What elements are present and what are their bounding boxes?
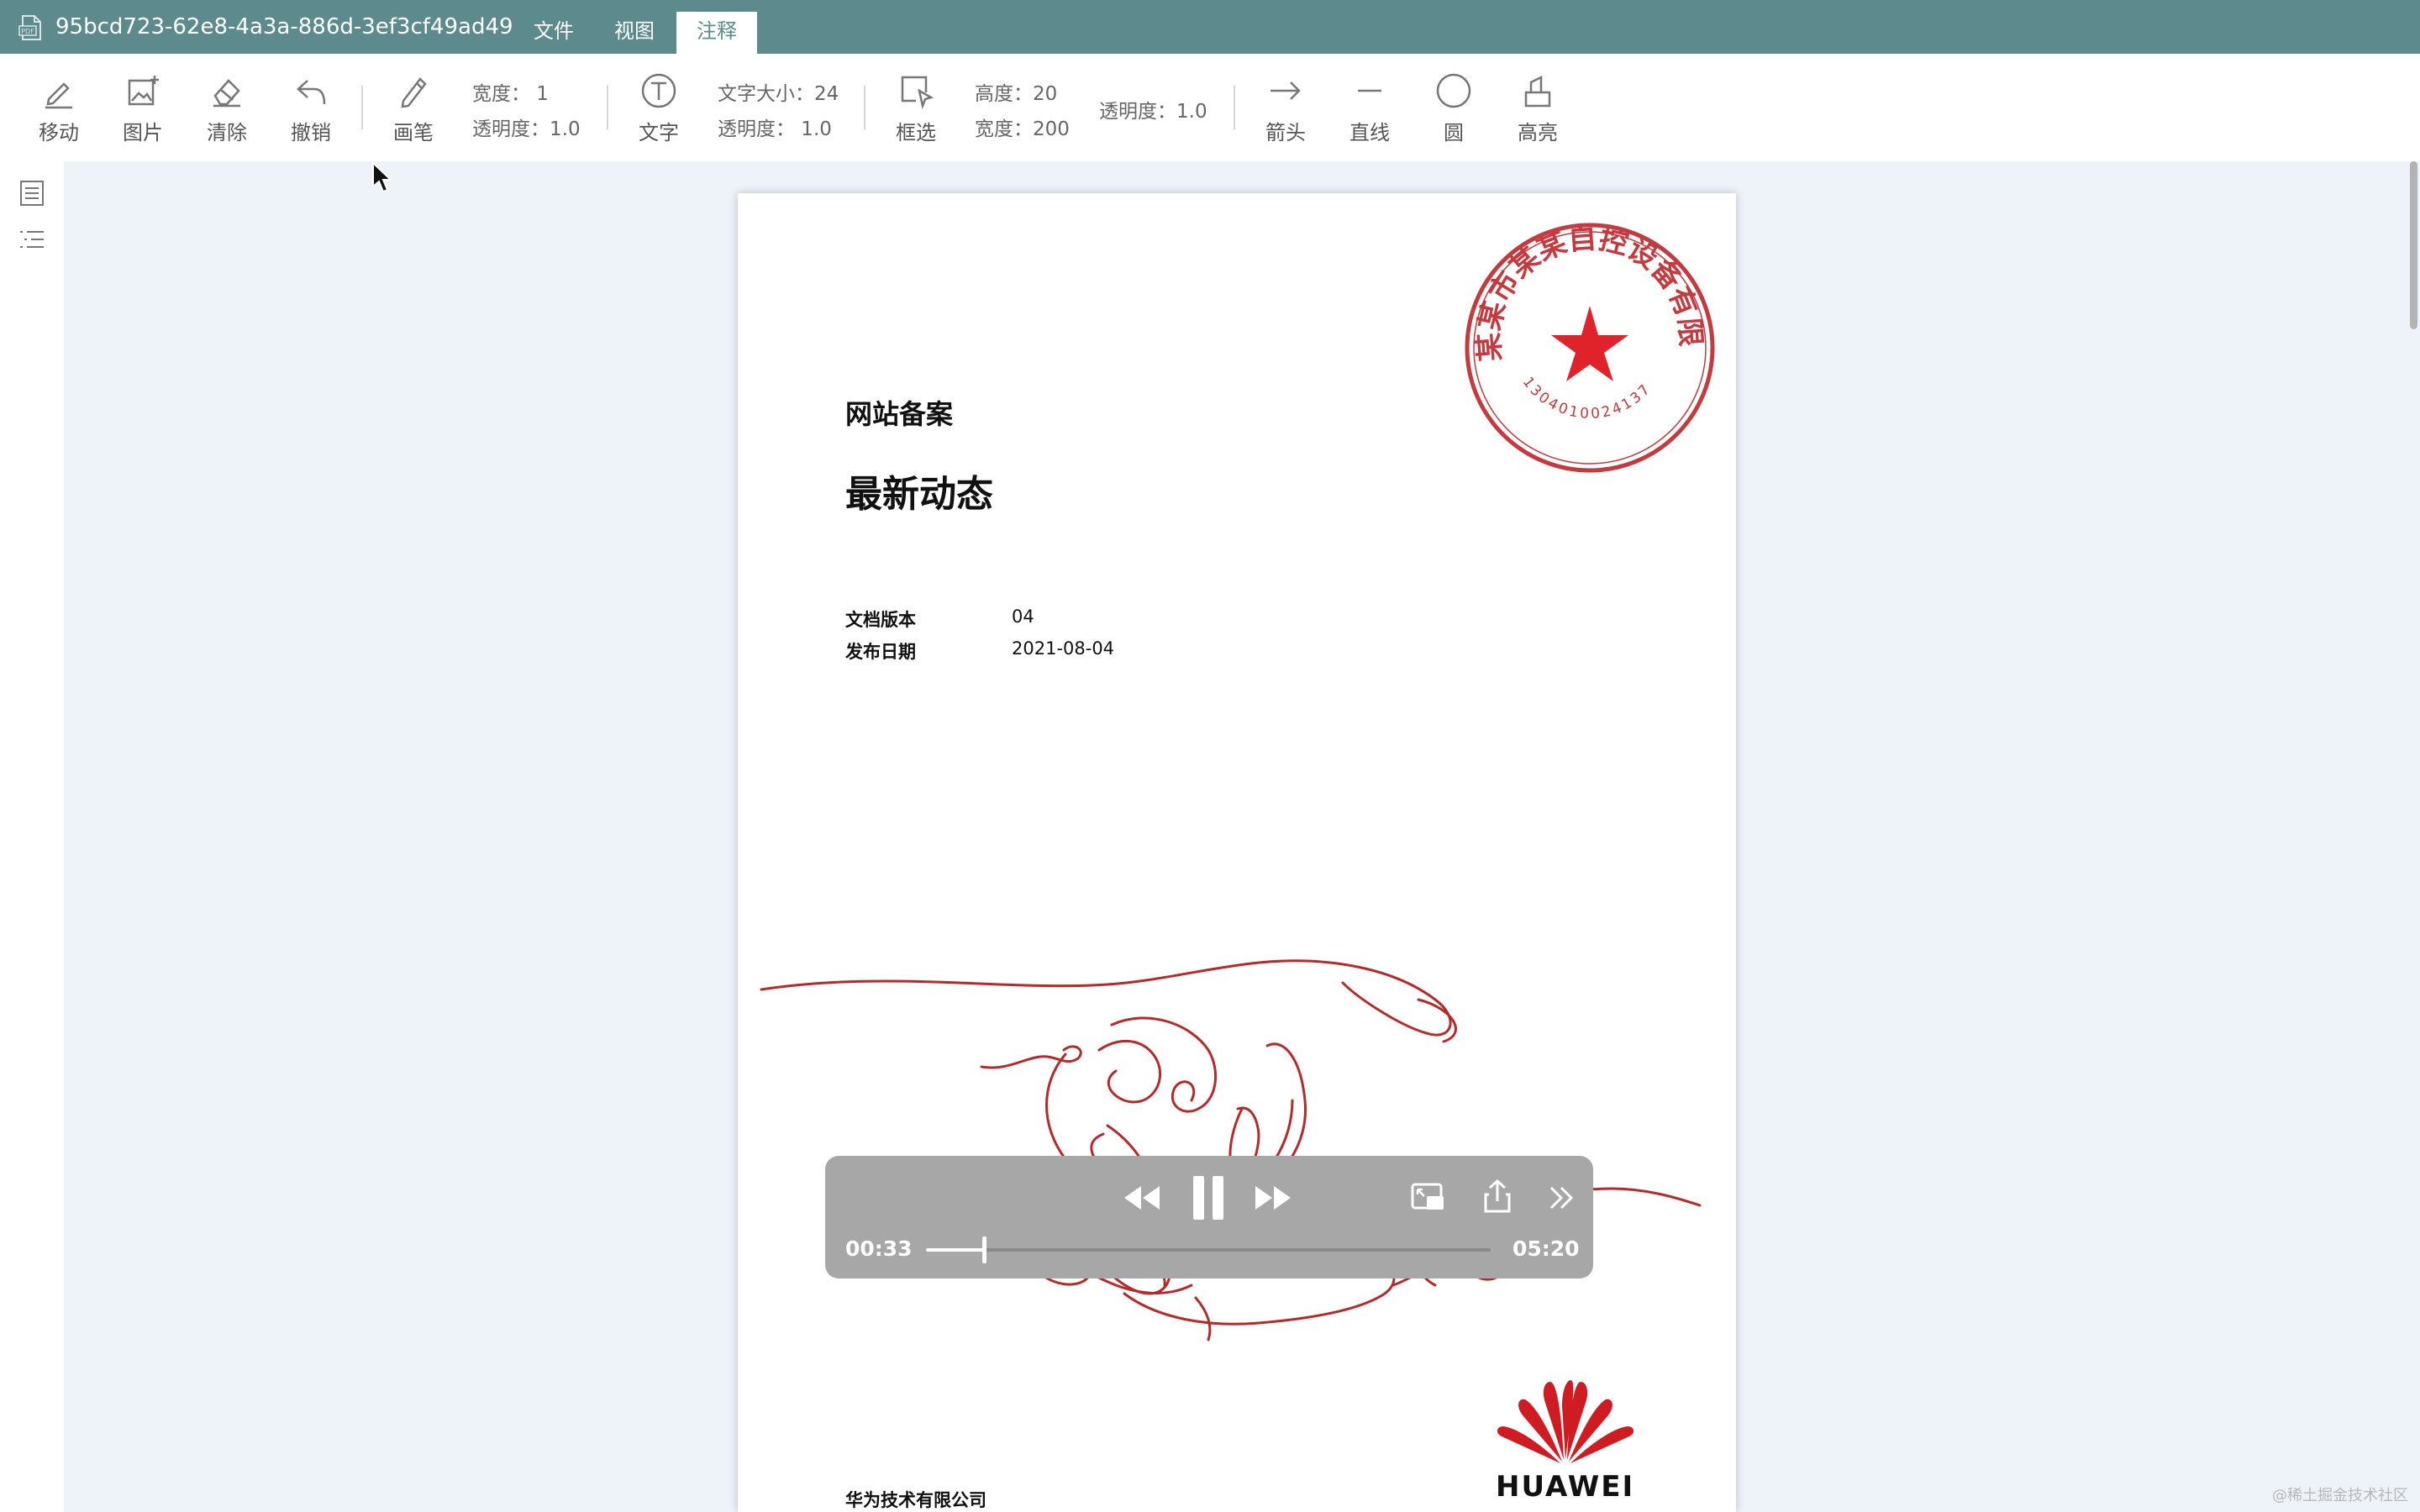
text-tool-button[interactable]: 文字	[625, 71, 692, 155]
line-icon	[1358, 89, 1381, 92]
text-opacity-setting[interactable]: 透明度： 1.0	[718, 113, 832, 141]
playback-progress-track[interactable]	[926, 1236, 1491, 1263]
toolbar-divider	[361, 86, 363, 129]
undo-tool-button[interactable]: 撤销	[277, 71, 345, 155]
undo-tool-label: 撤销	[291, 121, 331, 144]
document-heading: 最新动态	[845, 473, 993, 516]
total-duration: 05:20	[1512, 1236, 1580, 1261]
date-value: 2021-08-04	[1012, 638, 1115, 659]
vertical-scrollbar[interactable]	[2407, 161, 2420, 1512]
scrollbar-thumb[interactable]	[2410, 161, 2417, 329]
pen-opacity-setting[interactable]: 透明度：1.0	[472, 113, 581, 141]
pdf-file-icon: PDF	[18, 15, 41, 40]
document-title: 95bcd723-62e8-4a3a-886d-3ef3cf49ad49	[55, 14, 513, 39]
clear-tool-button[interactable]: 清除	[193, 71, 260, 155]
text-tool-label: 文字	[639, 121, 679, 144]
share-icon[interactable]	[1482, 1178, 1512, 1215]
line-tool-button[interactable]: 直线	[1336, 71, 1403, 155]
watermark-text: @稀土掘金技术社区	[2272, 1487, 2408, 1504]
highlighter-icon	[1524, 75, 1551, 108]
playback-progress-fill	[926, 1248, 985, 1252]
arrow-tool-label: 箭头	[1265, 121, 1306, 144]
undo-icon	[297, 80, 326, 105]
clear-tool-label: 清除	[207, 121, 247, 144]
picture-in-picture-icon[interactable]	[1410, 1181, 1447, 1215]
image-tool-button[interactable]: 图片	[109, 71, 176, 155]
arrow-tool-button[interactable]: 箭头	[1252, 71, 1319, 155]
menu-view[interactable]: 视图	[600, 12, 669, 54]
line-tool-label: 直线	[1349, 121, 1390, 144]
move-tool-button[interactable]: 移动	[25, 71, 92, 155]
media-player: 00:33 05:20	[825, 1156, 1593, 1278]
highlight-tool-button[interactable]: 高亮	[1504, 71, 1571, 155]
pen-tool-label: 画笔	[393, 121, 434, 144]
selection-box-icon	[901, 76, 934, 110]
huawei-logo	[1497, 1380, 1634, 1463]
pdf-page: 某某市某某自控设备有限责任公司 1304010024137 网站备案 最新动态 …	[738, 193, 1736, 1512]
left-sidebar	[0, 161, 64, 1512]
playback-scrubber-handle[interactable]	[982, 1236, 987, 1263]
image-icon	[128, 76, 159, 106]
menu-file[interactable]: 文件	[519, 12, 588, 54]
date-label: 发布日期	[845, 642, 916, 662]
select-tool-button[interactable]: 框选	[882, 71, 950, 155]
highlight-tool-label: 高亮	[1518, 121, 1558, 144]
page-thumbnails-icon[interactable]	[17, 178, 47, 208]
circle-tool-label: 圆	[1444, 121, 1464, 144]
mouse-pointer-icon	[372, 161, 393, 193]
fast-forward-icon[interactable]	[1252, 1181, 1294, 1215]
move-tool-label: 移动	[39, 121, 79, 144]
chevrons-right-icon[interactable]	[1546, 1181, 1576, 1215]
select-tool-label: 框选	[896, 121, 936, 144]
box-width-setting[interactable]: 宽度：200	[975, 113, 1070, 141]
pause-icon[interactable]	[1190, 1174, 1227, 1221]
brand-wordmark: HUAWEI	[1496, 1470, 1635, 1504]
circle-tool-button[interactable]: 圆	[1420, 71, 1487, 155]
version-value: 04	[1012, 606, 1034, 627]
box-opacity-setting[interactable]: 透明度：1.0	[1099, 95, 1207, 123]
current-time: 00:33	[845, 1236, 913, 1261]
arrow-right-icon	[1270, 81, 1301, 100]
toolbar-divider	[864, 86, 865, 129]
pen-icon	[401, 77, 427, 108]
document-subtitle: 网站备案	[845, 398, 954, 430]
eraser-icon	[213, 79, 240, 108]
svg-text:PDF: PDF	[21, 28, 34, 35]
version-label: 文档版本	[845, 610, 916, 630]
box-height-setting[interactable]: 高度：20	[975, 77, 1057, 106]
circle-icon	[1436, 73, 1471, 108]
pen-tool-button[interactable]: 画笔	[380, 71, 447, 155]
move-pen-icon	[45, 82, 72, 109]
company-seal-stamp: 某某市某某自控设备有限责任公司 1304010024137	[1455, 213, 1715, 473]
menu-annotate[interactable]: 注释	[676, 12, 757, 54]
text-circle-icon	[641, 73, 676, 108]
title-bar: PDF 95bcd723-62e8-4a3a-886d-3ef3cf49ad49…	[0, 0, 2420, 54]
toolbar-divider	[607, 86, 608, 129]
company-name: 华为技术有限公司	[845, 1490, 986, 1510]
text-size-setting[interactable]: 文字大小：24	[718, 77, 839, 106]
outline-list-icon[interactable]	[17, 225, 47, 255]
annotation-toolbar	[0, 54, 2420, 161]
svg-text:1304010024137: 1304010024137	[1519, 374, 1655, 423]
toolbar-divider	[1234, 86, 1235, 129]
rewind-icon[interactable]	[1121, 1181, 1163, 1215]
image-tool-label: 图片	[123, 121, 163, 144]
pen-width-setting[interactable]: 宽度： 1	[472, 77, 549, 106]
